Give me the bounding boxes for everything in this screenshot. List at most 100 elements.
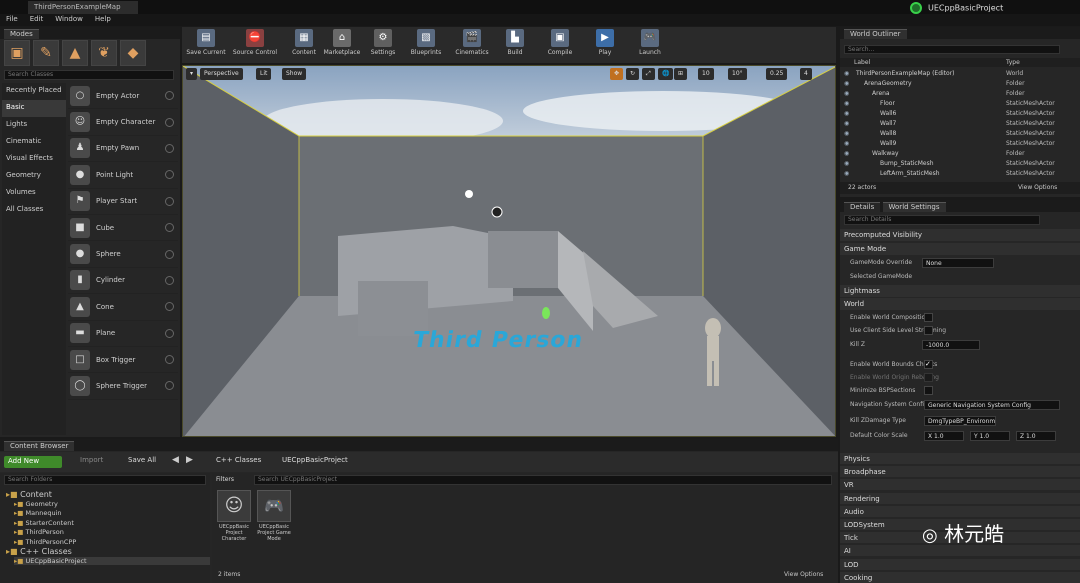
build-button[interactable]: ▙ Build [502, 29, 528, 61]
list-item[interactable]: ▲ Cone [68, 294, 178, 321]
section-lod[interactable]: LOD [840, 558, 1080, 570]
menu-file[interactable]: File [0, 14, 24, 24]
lit-button[interactable]: Lit [256, 68, 272, 80]
list-item[interactable]: ● Point Light [68, 162, 178, 189]
eye-icon[interactable]: ◉ [844, 150, 849, 157]
table-row[interactable]: ◉ Walkway Folder [840, 149, 1064, 159]
list-item[interactable]: ▸■ Mannequin [14, 509, 62, 517]
surface-snap-icon[interactable]: ⊞ [674, 68, 688, 80]
translate-tool-icon[interactable]: ✥ [610, 68, 624, 80]
cat-geometry[interactable]: Geometry [2, 168, 66, 185]
geometry-mode-icon[interactable]: ◆ [120, 40, 146, 66]
list-item[interactable]: ▸■ Content [6, 490, 52, 499]
section-cooking[interactable]: Cooking [840, 571, 1080, 583]
gamemode-dropdown[interactable]: None [922, 258, 994, 268]
info-icon[interactable] [165, 275, 174, 285]
eye-icon[interactable]: ◉ [844, 80, 849, 87]
list-item[interactable]: ♟ Empty Pawn [68, 136, 178, 163]
list-item[interactable]: □ Box Trigger [68, 347, 178, 374]
scale-tool-icon[interactable]: ⤢ [642, 68, 655, 80]
add-new-button[interactable]: Add New [4, 456, 62, 468]
save-all-button[interactable]: Save All [128, 456, 156, 464]
camera-speed-value[interactable]: 4 [800, 68, 812, 80]
table-row[interactable]: ◉ ThirdPersonExampleMap (Editor) World [840, 69, 1064, 79]
third-person-text-actor[interactable]: Third Person [411, 328, 586, 353]
info-icon[interactable] [165, 117, 174, 127]
path-root[interactable]: C++ Classes [216, 456, 261, 464]
menu-help[interactable]: Help [89, 14, 117, 24]
eye-icon[interactable]: ◉ [844, 70, 849, 77]
compile-button[interactable]: ▣ Compile [544, 29, 576, 61]
section-broadphase[interactable]: Broadphase [840, 466, 1080, 478]
world-local-icon[interactable]: 🌐 [658, 68, 674, 80]
table-row[interactable]: ◉ Wall7 StaticMeshActor [840, 119, 1064, 129]
cat-visual-effects[interactable]: Visual Effects [2, 151, 66, 168]
rotate-tool-icon[interactable]: ↻ [626, 68, 640, 80]
grid-snap-value[interactable]: 10 [698, 68, 714, 80]
eye-icon[interactable]: ◉ [844, 140, 849, 147]
cat-recently-placed[interactable]: Recently Placed [2, 83, 66, 100]
rotation-snap-value[interactable]: 10° [728, 68, 747, 80]
kill-damage-dropdown[interactable]: DmgTypeBP_Environmental [924, 416, 996, 426]
asset-gamemode[interactable]: 🎮 UECppBasic Project Game Mode [256, 490, 292, 548]
world-settings-tab[interactable]: World Settings [882, 202, 946, 212]
settings-button[interactable]: ⚙ Settings [368, 29, 398, 61]
nav-config-dropdown[interactable]: Generic Navigation System Config [924, 400, 1060, 410]
section-game-mode[interactable]: Game Mode [840, 243, 1080, 255]
eye-icon[interactable]: ◉ [844, 110, 849, 117]
color-y-input[interactable]: Y 1.0 [970, 431, 1010, 441]
eye-icon[interactable]: ◉ [844, 130, 849, 137]
list-item[interactable]: ▬ Plane [68, 321, 178, 347]
folder-search-input[interactable]: Search Folders [4, 475, 206, 485]
info-icon[interactable] [165, 381, 174, 391]
info-icon[interactable] [165, 328, 174, 338]
cat-volumes[interactable]: Volumes [2, 185, 66, 202]
content-view-options[interactable]: View Options [784, 571, 823, 578]
list-item[interactable]: ▸■ UECppBasicProject [14, 556, 210, 565]
list-item[interactable]: ☺ Empty Character [68, 109, 178, 136]
asset-character[interactable]: ☺ UECppBasic Project Character [216, 490, 252, 548]
menu-window[interactable]: Window [49, 14, 89, 24]
checkbox-checked[interactable]: ✓ [924, 360, 933, 369]
source-control-button[interactable]: ⛔ Source Control [230, 29, 280, 61]
play-button[interactable]: ▶ Play [592, 29, 618, 61]
cat-basic[interactable]: Basic [2, 100, 66, 117]
outliner-search-input[interactable]: Search... [844, 45, 1060, 54]
path-leaf[interactable]: UECppBasicProject [282, 456, 348, 464]
document-tab[interactable]: ThirdPersonExampleMap [28, 1, 138, 14]
level-viewport[interactable]: Third Person [182, 65, 836, 437]
menu-edit[interactable]: Edit [24, 14, 50, 24]
content-button[interactable]: ▦ Content [288, 29, 320, 61]
checkbox[interactable] [924, 326, 933, 335]
perspective-button[interactable]: Perspective [200, 68, 243, 80]
list-item[interactable]: ▸■ C++ Classes [6, 547, 72, 556]
list-item[interactable]: ○ Empty Actor [68, 83, 178, 110]
launch-button[interactable]: 🎮 Launch [634, 29, 666, 61]
table-row[interactable]: ◉ Bump_StaticMesh StaticMeshActor [840, 159, 1064, 169]
table-row[interactable]: ◉ Wall9 StaticMeshActor [840, 139, 1064, 149]
list-item[interactable]: ▮ Cylinder [68, 268, 178, 295]
kill-z-input[interactable]: -1000.0 [922, 340, 980, 350]
marketplace-button[interactable]: ⌂ Marketplace [322, 29, 362, 61]
content-browser-tab[interactable]: Content Browser [4, 441, 75, 451]
details-tab[interactable]: Details [844, 202, 881, 212]
table-row[interactable]: ◉ ArenaGeometry Folder [840, 79, 1064, 89]
details-search-input[interactable]: Search Details [844, 215, 1040, 225]
cat-cinematic[interactable]: Cinematic [2, 134, 66, 151]
checkbox[interactable] [924, 386, 933, 395]
section-physics[interactable]: Physics [840, 453, 1080, 464]
foliage-mode-icon[interactable]: ❦ [91, 40, 117, 66]
info-icon[interactable] [165, 249, 174, 259]
show-button[interactable]: Show [282, 68, 307, 80]
info-icon[interactable] [165, 196, 174, 206]
color-x-input[interactable]: X 1.0 [924, 431, 964, 441]
info-icon[interactable] [165, 223, 174, 233]
col-type[interactable]: Type [1006, 59, 1020, 66]
list-item[interactable]: ▸■ ThirdPerson [14, 528, 64, 536]
back-arrow-icon[interactable]: ◀ [172, 455, 179, 465]
table-row[interactable]: ◉ Arena Folder [840, 89, 1064, 99]
viewport-options-button[interactable]: ▾ [186, 68, 198, 80]
color-z-input[interactable]: Z 1.0 [1016, 431, 1056, 441]
filters-button[interactable]: Filters [216, 476, 234, 483]
info-icon[interactable] [165, 302, 174, 312]
